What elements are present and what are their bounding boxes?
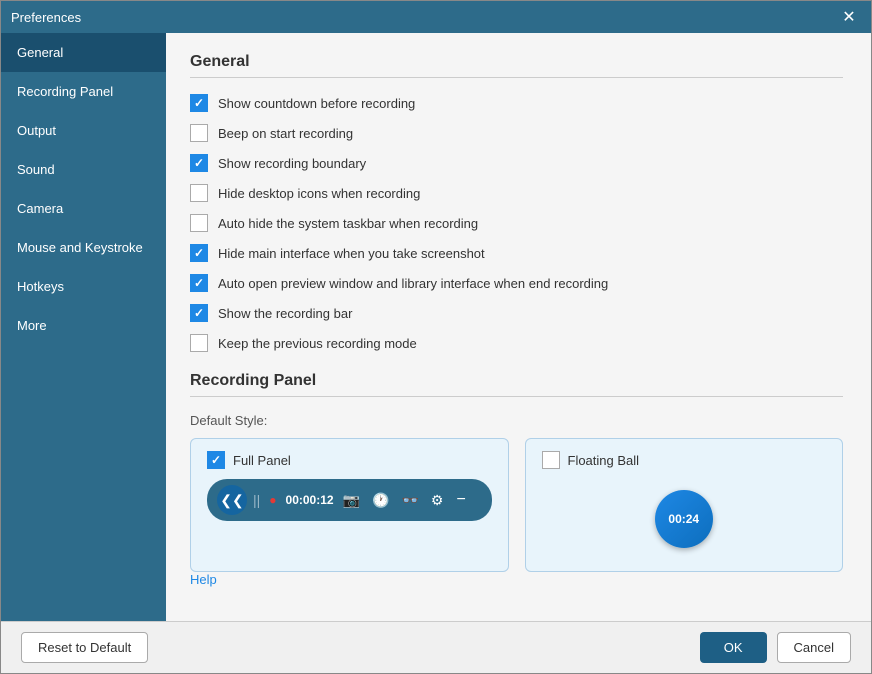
- sidebar-item-more[interactable]: More: [1, 306, 166, 345]
- checkbox-row-keep-mode: Keep the previous recording mode: [190, 334, 843, 352]
- label-hide-taskbar: Auto hide the system taskbar when record…: [218, 216, 478, 231]
- checkbox-row-hide-taskbar: Auto hide the system taskbar when record…: [190, 214, 843, 232]
- default-style-label: Default Style:: [190, 413, 843, 428]
- checkbox-hide-taskbar[interactable]: [190, 214, 208, 232]
- checkbox-row-countdown: Show countdown before recording: [190, 94, 843, 112]
- close-button[interactable]: ✕: [837, 5, 861, 29]
- checkbox-row-recording-bar: Show the recording bar: [190, 304, 843, 322]
- label-beep: Beep on start recording: [218, 126, 353, 141]
- full-panel-label: Full Panel: [233, 453, 291, 468]
- ok-button[interactable]: OK: [700, 632, 767, 663]
- content-area: General Show countdown before recording …: [166, 33, 871, 621]
- checkbox-auto-open[interactable]: [190, 274, 208, 292]
- label-boundary: Show recording boundary: [218, 156, 366, 171]
- checkbox-boundary[interactable]: [190, 154, 208, 172]
- checkbox-countdown[interactable]: [190, 94, 208, 112]
- sidebar-item-hotkeys[interactable]: Hotkeys: [1, 267, 166, 306]
- floating-ball-label: Floating Ball: [568, 453, 640, 468]
- sidebar-item-camera[interactable]: Camera: [1, 189, 166, 228]
- checkbox-hide-icons[interactable]: [190, 184, 208, 202]
- checkbox-row-beep: Beep on start recording: [190, 124, 843, 142]
- toolbar-clock-icon[interactable]: 🕐: [369, 490, 392, 511]
- toolbar-time: 00:00:12: [286, 493, 334, 507]
- toolbar-settings-icon[interactable]: ⚙: [428, 490, 447, 511]
- label-countdown: Show countdown before recording: [218, 96, 415, 111]
- sidebar-item-sound[interactable]: Sound: [1, 150, 166, 189]
- preferences-window: Preferences ✕ General Recording Panel Ou…: [0, 0, 872, 674]
- general-title: General: [190, 53, 843, 78]
- panel-option-full[interactable]: Full Panel ❮❮ || ● 00:00:12 📷 🕐 👓 ⚙: [190, 438, 509, 572]
- checkbox-hide-interface[interactable]: [190, 244, 208, 262]
- checkbox-keep-mode[interactable]: [190, 334, 208, 352]
- checkbox-row-boundary: Show recording boundary: [190, 154, 843, 172]
- checkbox-recording-bar[interactable]: [190, 304, 208, 322]
- reset-button[interactable]: Reset to Default: [21, 632, 148, 663]
- full-panel-toolbar: ❮❮ || ● 00:00:12 📷 🕐 👓 ⚙ −: [207, 479, 492, 521]
- sidebar-item-mouse-keystroke[interactable]: Mouse and Keystroke: [1, 228, 166, 267]
- titlebar: Preferences ✕: [1, 1, 871, 33]
- checkbox-row-auto-open: Auto open preview window and library int…: [190, 274, 843, 292]
- toolbar-minimize[interactable]: −: [456, 491, 465, 509]
- label-hide-interface: Hide main interface when you take screen…: [218, 246, 485, 261]
- panel-options: Full Panel ❮❮ || ● 00:00:12 📷 🕐 👓 ⚙: [190, 438, 843, 572]
- recording-panel-title: Recording Panel: [190, 372, 843, 397]
- floating-panel-header: Floating Ball: [542, 451, 827, 469]
- help-link[interactable]: Help: [190, 572, 217, 587]
- label-recording-bar: Show the recording bar: [218, 306, 352, 321]
- window-title: Preferences: [11, 10, 81, 25]
- label-auto-open: Auto open preview window and library int…: [218, 276, 608, 291]
- checkbox-full-panel[interactable]: [207, 451, 225, 469]
- content-scroll[interactable]: General Show countdown before recording …: [190, 53, 847, 601]
- toolbar-separator1: ||: [253, 492, 260, 508]
- label-hide-icons: Hide desktop icons when recording: [218, 186, 420, 201]
- checkbox-row-hide-interface: Hide main interface when you take screen…: [190, 244, 843, 262]
- toolbar-camera-icon[interactable]: 📷: [340, 490, 363, 511]
- label-keep-mode: Keep the previous recording mode: [218, 336, 417, 351]
- panel-option-floating[interactable]: Floating Ball 00:24: [525, 438, 844, 572]
- sidebar: General Recording Panel Output Sound Cam…: [1, 33, 166, 621]
- checkbox-row-hide-icons: Hide desktop icons when recording: [190, 184, 843, 202]
- checkbox-floating-ball[interactable]: [542, 451, 560, 469]
- toolbar-tools-icon[interactable]: 👓: [398, 490, 421, 511]
- footer-right: OK Cancel: [700, 632, 851, 663]
- sidebar-item-recording-panel[interactable]: Recording Panel: [1, 72, 166, 111]
- floating-ball-widget[interactable]: 00:24: [655, 490, 713, 548]
- toolbar-back-button[interactable]: ❮❮: [217, 485, 247, 515]
- sidebar-item-general[interactable]: General: [1, 33, 166, 72]
- checkbox-beep[interactable]: [190, 124, 208, 142]
- cancel-button[interactable]: Cancel: [777, 632, 851, 663]
- footer: Reset to Default OK Cancel: [1, 621, 871, 673]
- recording-panel-section: Recording Panel Default Style: Full Pane…: [190, 372, 843, 587]
- toolbar-record-icon[interactable]: ●: [266, 491, 279, 509]
- main-area: General Recording Panel Output Sound Cam…: [1, 33, 871, 621]
- sidebar-item-output[interactable]: Output: [1, 111, 166, 150]
- full-panel-header: Full Panel: [207, 451, 492, 469]
- floating-ball-display: 00:24: [542, 479, 827, 559]
